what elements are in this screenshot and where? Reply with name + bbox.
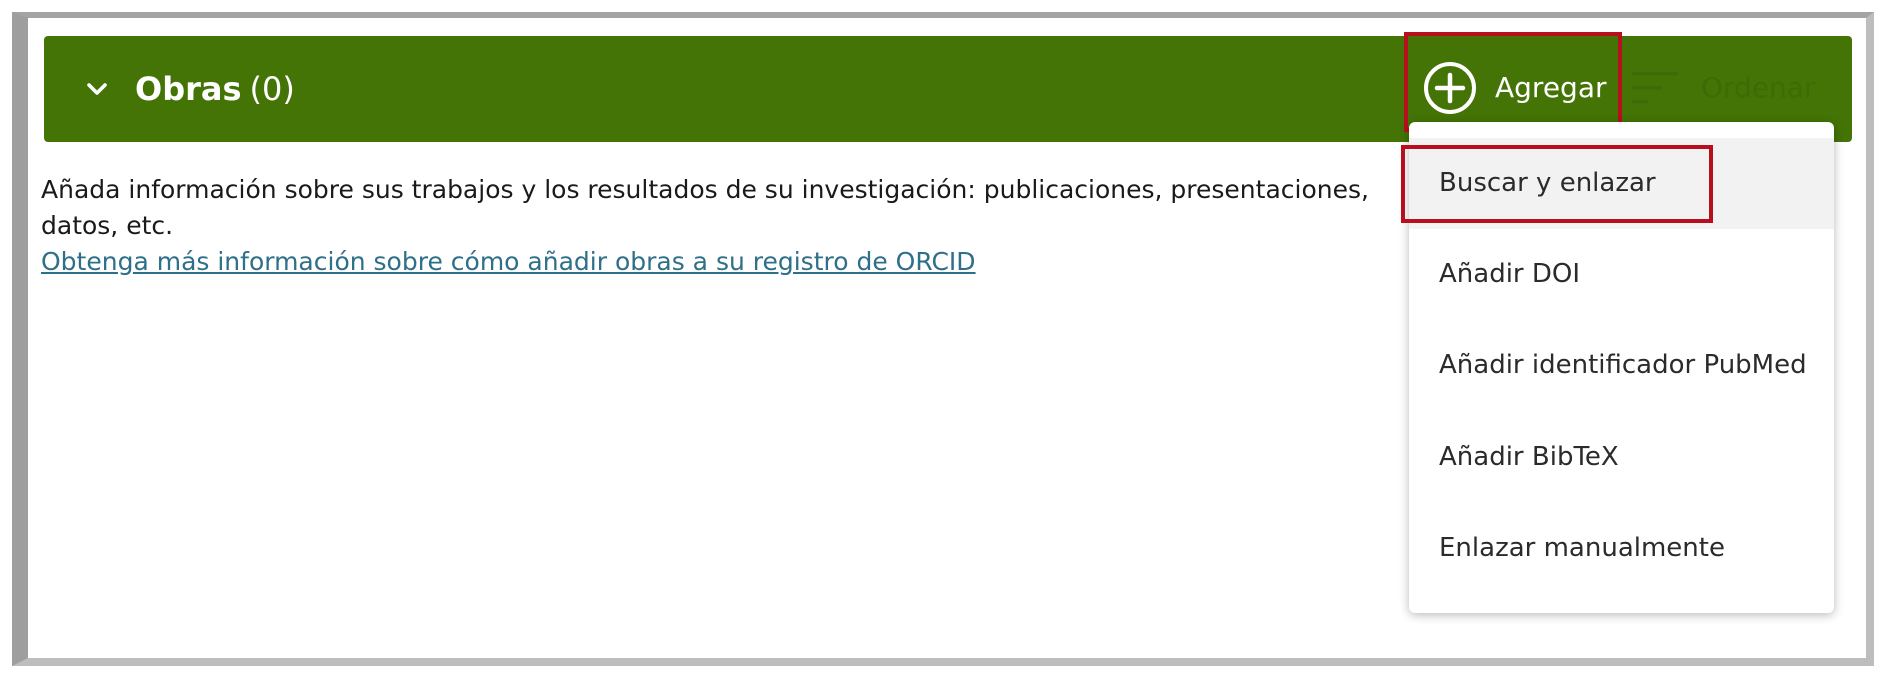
section-count: (0) [249,70,295,108]
menu-item-add-doi[interactable]: Añadir DOI [1409,229,1834,320]
section-title-name: Obras [135,70,242,108]
works-description: Añada información sobre sus trabajos y l… [41,172,1401,244]
sort-button[interactable]: Ordenar [1701,71,1815,105]
section-title: Obras (0) [135,68,295,110]
menu-item-search-and-link[interactable]: Buscar y enlazar [1409,138,1834,229]
add-button[interactable] [1404,32,1622,132]
menu-item-manual-link[interactable]: Enlazar manualmente [1409,503,1834,594]
add-dropdown-menu: Buscar y enlazar Añadir DOI Añadir ident… [1409,122,1834,613]
learn-more-link[interactable]: Obtenga más información sobre cómo añadi… [41,244,976,280]
chevron-down-icon[interactable] [82,74,112,104]
description-line-1: Añada información sobre sus trabajos y l… [41,175,1369,204]
sort-icon[interactable] [1630,70,1680,106]
screenshot-stage: Obras (0) Agregar Ordenar Añada informaci… [0,0,1900,682]
description-line-2: datos, etc. [41,211,174,240]
menu-item-add-bibtex[interactable]: Añadir BibTeX [1409,412,1834,503]
menu-item-add-pubmed[interactable]: Añadir identificador PubMed [1409,320,1834,411]
